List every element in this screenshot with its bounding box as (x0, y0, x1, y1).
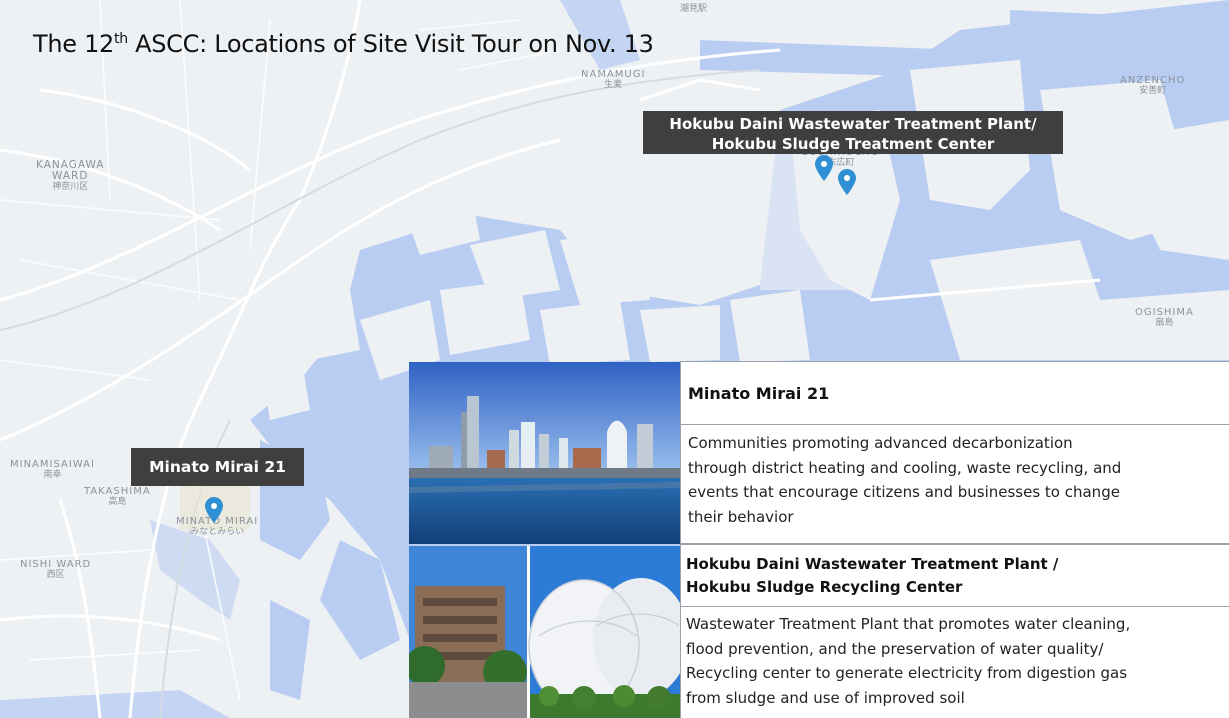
map-pin-icon[interactable] (838, 169, 856, 195)
hokubu-heading: Hokubu Daini Wastewater Treatment Plant … (686, 555, 1059, 596)
minato-mirai-heading: Minato Mirai 21 (688, 384, 830, 403)
hokubu-plant-photo (409, 546, 680, 718)
page-title: The 12th ASCC: Locations of Site Visit T… (33, 30, 654, 58)
hokubu-description: Wastewater Treatment Plant that promotes… (686, 615, 1131, 707)
map-label-nishi-ward: NISHI WARD 西区 (20, 559, 92, 580)
minato-mirai-description: Communities promoting advanced decarboni… (688, 434, 1122, 526)
map-slide: The 12th ASCC: Locations of Site Visit T… (0, 0, 1229, 718)
map-pin-icon[interactable] (205, 497, 223, 523)
map-label-ogishima: OGISHIMA 扇島 (1135, 307, 1194, 328)
hokubu-description-box: Wastewater Treatment Plant that promotes… (680, 606, 1229, 718)
map-label-minamisaiwai: MINAMISAIWAI 南幸 (10, 459, 95, 480)
callout-minato-mirai[interactable]: Minato Mirai 21 (131, 448, 304, 486)
minato-mirai-description-box: Communities promoting advanced decarboni… (680, 424, 1229, 544)
map-label-top: 潮見駅 (680, 4, 708, 14)
callout-hokubu[interactable]: Hokubu Daini Wastewater Treatment Plant/… (643, 111, 1063, 154)
map-label-takashima: TAKASHIMA 高島 (84, 486, 151, 507)
minato-mirai-heading-box: Minato Mirai 21 (680, 361, 1229, 426)
map-label-namamugi: NAMAMUGI 生麦 (581, 69, 646, 90)
map-pin-icon[interactable] (815, 155, 833, 181)
map-label-kanagawa-ward: KANAGAWA WARD 神奈川区 (36, 159, 105, 193)
minato-mirai-photo (409, 362, 680, 544)
hokubu-heading-box: Hokubu Daini Wastewater Treatment Plant … (680, 544, 1229, 608)
map-label-anzencho: ANZENCHO 安善町 (1120, 75, 1186, 96)
